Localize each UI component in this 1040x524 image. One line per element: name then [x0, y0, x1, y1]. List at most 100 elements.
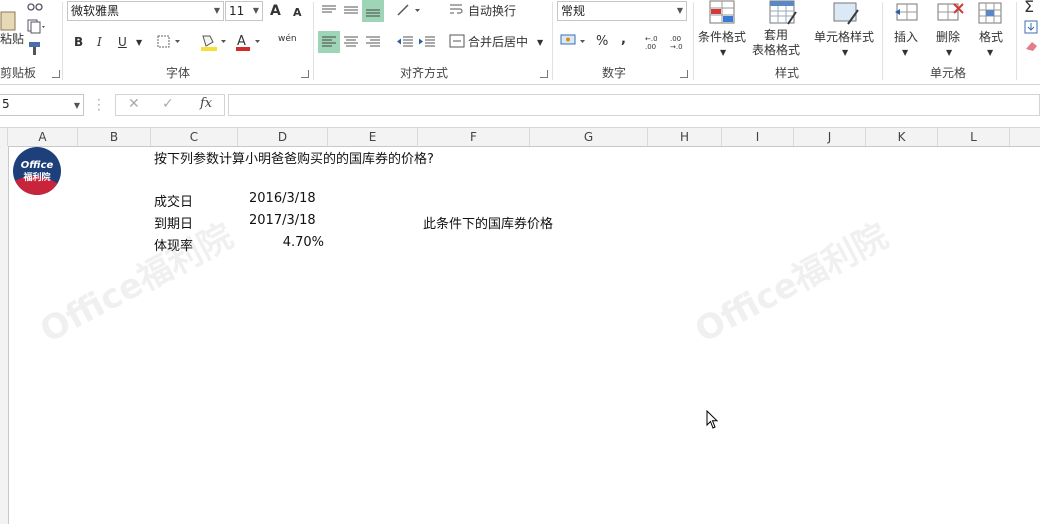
maturity-date-label[interactable]: 到期日	[154, 213, 193, 232]
logo-line1: Office	[21, 160, 54, 171]
grow-font-button[interactable]: A	[270, 2, 281, 20]
accounting-format-icon[interactable]	[560, 32, 588, 50]
delete-cells-icon[interactable]	[935, 0, 965, 26]
wrap-text-icon[interactable]	[449, 3, 465, 17]
number-launcher-icon[interactable]	[680, 70, 688, 78]
clipboard-launcher-icon[interactable]	[52, 70, 60, 78]
column-header-b[interactable]: B	[78, 128, 151, 146]
chevron-down-icon: ▼	[676, 6, 683, 15]
font-name-select[interactable]: 微软雅黑 ▼	[67, 1, 224, 21]
maturity-date-value[interactable]: 2017/3/18	[249, 213, 316, 228]
separator	[1016, 2, 1017, 80]
autosum-button[interactable]: Σ	[1024, 0, 1034, 16]
align-right-icon[interactable]	[364, 34, 382, 50]
enter-icon[interactable]: ✓	[162, 96, 174, 112]
chevron-down-icon[interactable]: ▼	[720, 44, 726, 62]
chevron-down-icon: ▼	[252, 6, 259, 15]
column-header-e[interactable]: E	[328, 128, 418, 146]
column-header-f[interactable]: F	[418, 128, 530, 146]
worksheet-grid[interactable]: Office福利院 Office福利院 Office 福利院 按下列参数计算小明…	[9, 146, 1040, 524]
merge-center-button[interactable]: 合并后居中	[468, 33, 528, 51]
increase-decimal-button[interactable]: ←.0 .00	[645, 35, 665, 51]
formula-input[interactable]	[228, 94, 1040, 116]
trade-date-value[interactable]: 2016/3/18	[249, 191, 316, 206]
column-header-i[interactable]: I	[722, 128, 794, 146]
format-painter-cut-icon[interactable]	[26, 0, 44, 12]
insert-cells-icon[interactable]	[893, 0, 921, 26]
column-header-l[interactable]: L	[938, 128, 1010, 146]
chevron-down-icon[interactable]: ▼	[946, 44, 952, 62]
column-header-g[interactable]: G	[530, 128, 648, 146]
column-headers: A B C D E F G H I J K L	[0, 127, 1040, 147]
format-as-table-icon[interactable]	[766, 0, 800, 26]
alignment-group-label: 对齐方式	[400, 66, 449, 80]
price-note[interactable]: 此条件下的国库券价格	[423, 213, 553, 232]
column-header-j[interactable]: J	[794, 128, 866, 146]
decrease-decimal-button[interactable]: .00 →.0	[670, 35, 690, 51]
column-header-m[interactable]	[1010, 128, 1040, 146]
wrap-text-button[interactable]: 自动换行	[468, 2, 516, 20]
shrink-font-button[interactable]: A	[293, 4, 302, 22]
format-as-table-button[interactable]: 套用 表格格式	[752, 28, 800, 58]
merge-center-icon[interactable]	[449, 34, 465, 48]
phonetic-button[interactable]: wén	[278, 30, 297, 48]
font-name-value: 微软雅黑	[71, 4, 120, 18]
align-left-icon[interactable]	[318, 31, 340, 53]
border-icon[interactable]	[157, 35, 183, 49]
comma-button[interactable]: ,	[621, 31, 626, 49]
number-format-select[interactable]: 常规 ▼	[557, 1, 687, 21]
discount-rate-label[interactable]: 体现率	[154, 235, 193, 254]
align-top-icon[interactable]	[320, 4, 338, 16]
decrease-indent-icon[interactable]	[396, 34, 414, 50]
separator	[882, 2, 883, 80]
font-size-select[interactable]: 11 ▼	[225, 1, 263, 21]
font-color-icon[interactable]: A	[235, 32, 265, 52]
percent-button[interactable]: %	[596, 33, 608, 51]
conditional-format-icon[interactable]	[706, 0, 740, 26]
align-center-icon[interactable]	[342, 34, 360, 50]
number-group-label: 数字	[602, 66, 627, 80]
formula-bar: 5 ▼ · · · ✕ ✓ fx	[0, 85, 1040, 127]
column-header-d[interactable]: D	[238, 128, 328, 146]
increase-indent-icon[interactable]	[418, 34, 436, 50]
alignment-launcher-icon[interactable]	[540, 70, 548, 78]
column-header-c[interactable]: C	[151, 128, 238, 146]
discount-rate-value[interactable]: 4.70%	[249, 235, 324, 250]
copy-icon[interactable]	[26, 18, 46, 34]
logo-line2: 福利院	[22, 171, 50, 183]
paste-label[interactable]: 粘贴	[0, 30, 24, 48]
column-header-k[interactable]: K	[866, 128, 938, 146]
question-title[interactable]: 按下列参数计算小明爸爸购买的的国库券的价格?	[154, 148, 434, 167]
cancel-icon[interactable]: ✕	[128, 96, 140, 112]
separator	[62, 2, 63, 80]
select-all-corner[interactable]	[0, 128, 8, 146]
chevron-down-icon: ▼	[73, 101, 80, 110]
insert-function-icon[interactable]: fx	[200, 96, 212, 111]
orientation-icon[interactable]	[395, 2, 423, 18]
chevron-down-icon[interactable]: ▼	[902, 44, 908, 62]
name-box-value: 5	[2, 97, 10, 111]
fill-icon[interactable]	[1024, 20, 1038, 34]
column-header-a[interactable]: A	[8, 128, 78, 146]
chevron-down-icon[interactable]: ▼	[987, 44, 993, 62]
italic-button[interactable]: I	[97, 33, 102, 51]
formula-controls: ✕ ✓ fx	[115, 94, 225, 116]
svg-text:A: A	[237, 34, 246, 49]
chevron-down-icon[interactable]: ▼	[537, 34, 543, 52]
align-bottom-icon[interactable]	[362, 0, 384, 22]
cell-styles-icon[interactable]	[830, 0, 864, 26]
align-middle-icon[interactable]	[342, 4, 360, 16]
column-header-h[interactable]: H	[648, 128, 722, 146]
fill-color-icon[interactable]	[199, 32, 229, 52]
styles-group-label: 样式	[775, 66, 800, 80]
font-launcher-icon[interactable]	[301, 70, 309, 78]
chevron-down-icon[interactable]: ▼	[136, 34, 142, 52]
bold-button[interactable]: B	[74, 33, 83, 51]
clear-icon[interactable]	[1024, 40, 1038, 52]
name-box[interactable]: 5 ▼	[0, 94, 84, 116]
chevron-down-icon[interactable]: ▼	[842, 44, 848, 62]
trade-date-label[interactable]: 成交日	[154, 191, 193, 210]
format-cells-icon[interactable]	[976, 0, 1006, 26]
format-painter-icon[interactable]	[26, 40, 46, 56]
underline-button[interactable]: U	[118, 33, 127, 51]
